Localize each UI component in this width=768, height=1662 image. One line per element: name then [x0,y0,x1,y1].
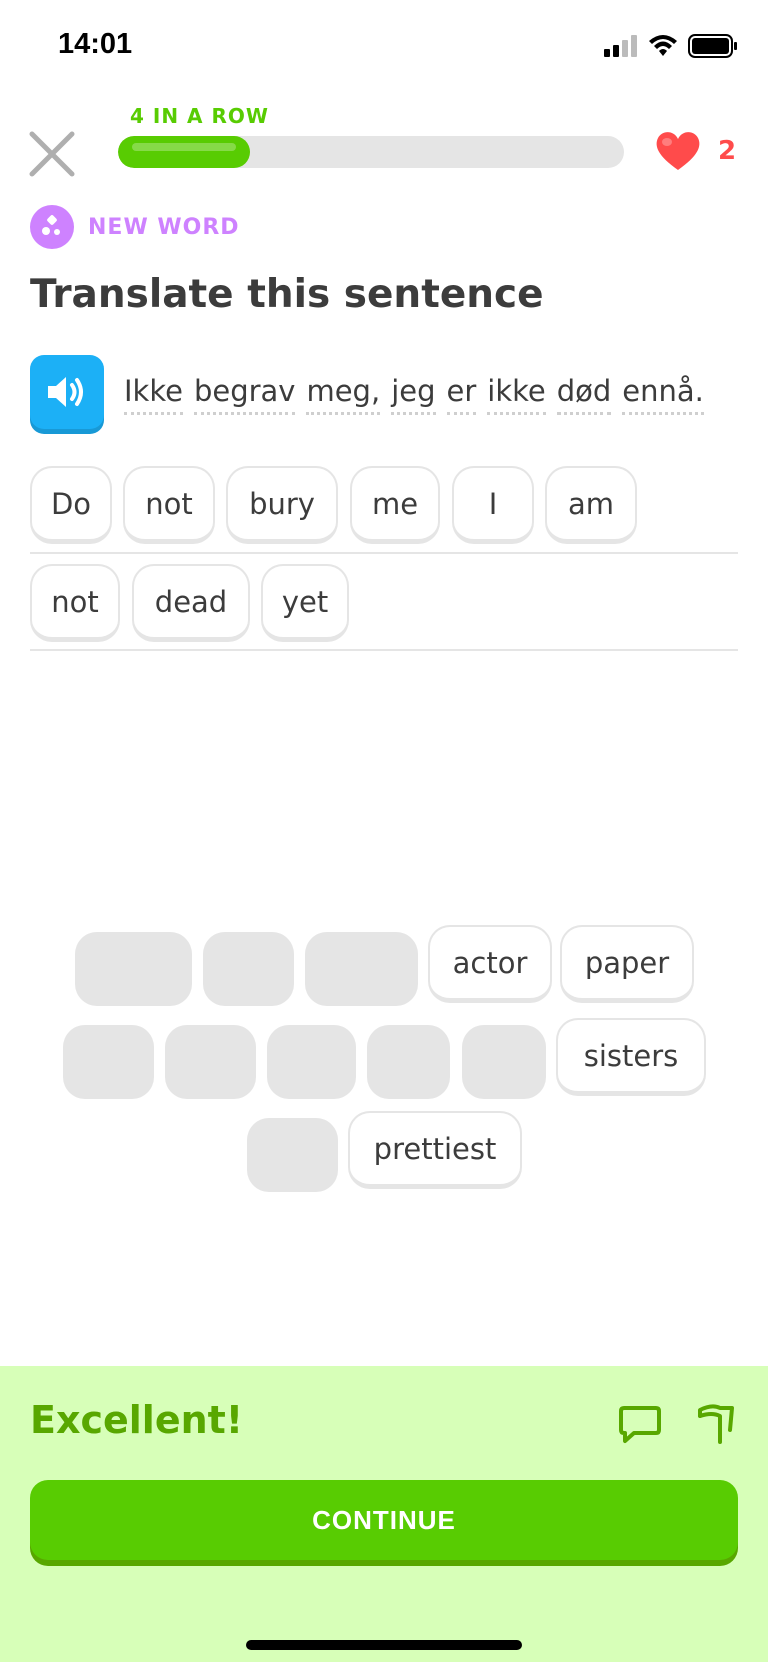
status-bar: 14:01 [0,0,768,90]
answer-tile[interactable]: not [123,466,215,544]
sentence-word[interactable]: Ikke [124,374,183,415]
close-icon[interactable] [26,128,78,180]
wifi-icon [649,35,677,56]
new-word-badge: NEW WORD [30,205,240,249]
used-word-slot [75,932,192,1006]
answer-line [30,649,738,651]
word-bank-tile[interactable]: sisters [556,1018,706,1096]
sentence-word[interactable]: er [446,374,477,415]
status-time: 14:01 [58,28,133,60]
answer-tile[interactable]: bury [226,466,338,544]
battery-icon [688,34,737,58]
sentence-word[interactable]: meg, [306,374,381,415]
sentence-word[interactable]: ikke [487,374,546,415]
used-word-slot [63,1025,154,1099]
sentence-word[interactable]: død [556,374,612,415]
word-bank-tile[interactable]: paper [560,925,694,1003]
answer-tile[interactable]: not [30,564,120,642]
progress-fill [118,136,250,168]
new-word-label: NEW WORD [88,214,240,240]
used-word-slot [462,1025,546,1099]
sentence-word[interactable]: jeg [391,374,436,415]
hearts-count: 2 [718,136,737,166]
answer-tile[interactable]: me [350,466,440,544]
flag-icon[interactable] [694,1402,738,1446]
hearts[interactable]: 2 [654,130,736,172]
answer-line [30,552,738,554]
used-word-slot [165,1025,256,1099]
word-bank-tile[interactable]: prettiest [348,1111,522,1189]
answer-tile[interactable]: Do [30,466,112,544]
word-bank-tile[interactable]: actor [428,925,552,1003]
prompt-title: Translate this sentence [30,272,544,317]
continue-button[interactable]: CONTINUE [30,1480,738,1560]
used-word-slot [267,1025,356,1099]
sentence-word[interactable]: begrav [193,374,296,415]
result-text: Excellent! [30,1398,244,1442]
speaker-button[interactable] [30,355,104,429]
answer-tile[interactable]: dead [132,564,250,642]
answer-tile[interactable]: yet [261,564,349,642]
progress-bar [118,136,624,168]
streak-label: 4 IN A ROW [130,104,269,128]
used-word-slot [203,932,294,1006]
used-word-slot [305,932,418,1006]
result-footer: Excellent! CONTINUE [0,1366,768,1662]
chat-icon[interactable] [618,1402,662,1446]
home-indicator[interactable] [246,1640,522,1650]
used-word-slot [247,1118,338,1192]
sentence-word[interactable]: ennå. [622,374,704,415]
heart-icon [656,132,700,170]
answer-tile[interactable]: I [452,466,534,544]
signal-icon [604,35,637,57]
used-word-slot [367,1025,450,1099]
word-bank: actor paper sisters prettiest [0,922,768,1202]
new-word-icon [30,205,74,249]
answer-tile[interactable]: am [545,466,637,544]
status-icons [604,34,738,58]
lesson-header: 4 IN A ROW 2 [0,100,768,200]
source-sentence: Ikke begrav meg, jeg er ikke død ennå. [124,374,704,415]
speaker-icon [48,377,83,407]
